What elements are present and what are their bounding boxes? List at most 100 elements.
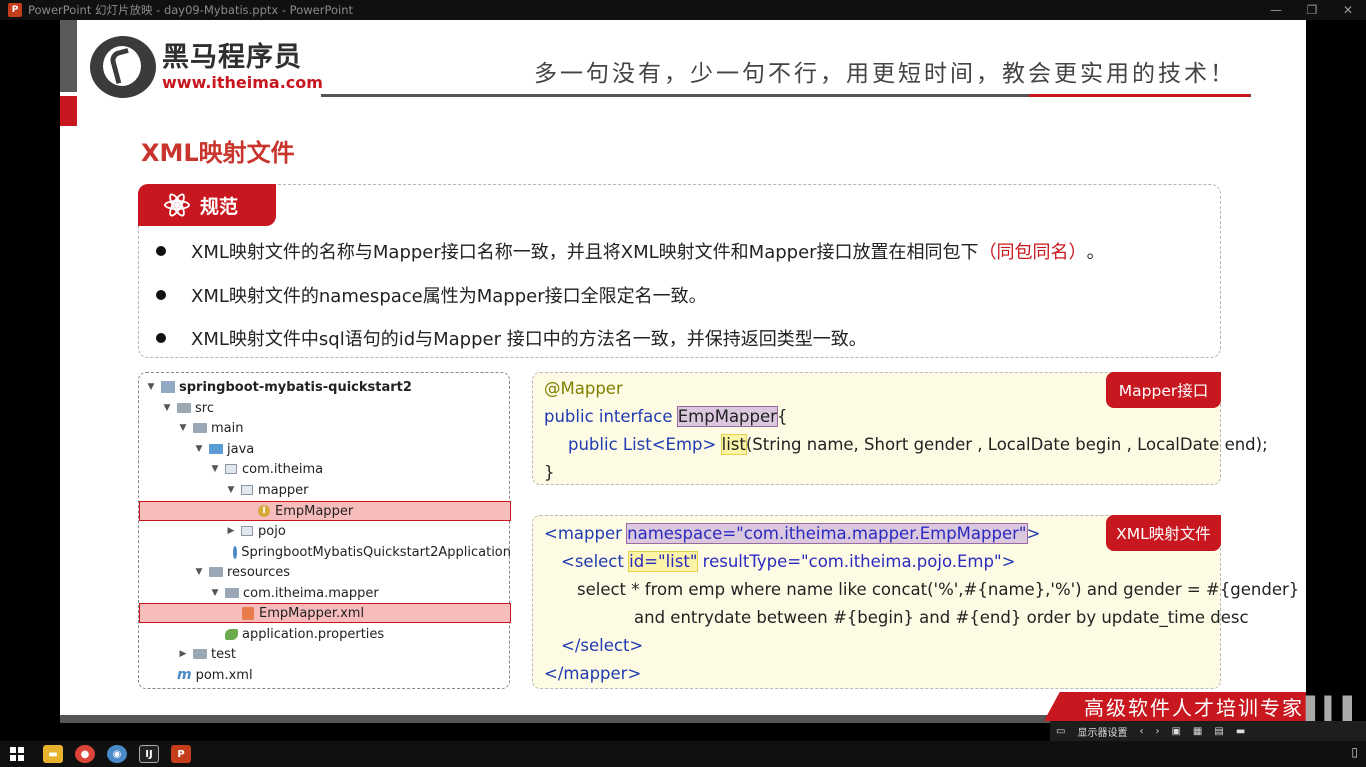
folder-icon (193, 649, 207, 659)
xml-file-icon (242, 606, 254, 620)
xml-select-open-end: > (1001, 552, 1016, 571)
atom-icon (162, 190, 192, 220)
spec-bullet-text: XML映射文件中sql语句的id与Mapper 接口中的方法名一致，并保持返回类… (191, 329, 867, 350)
tree-node-label: application.properties (242, 626, 385, 642)
spec-bullet: XML映射文件中sql语句的id与Mapper 接口中的方法名一致，并保持返回类… (156, 325, 867, 351)
tree-node[interactable]: SpringbootMybatisQuickstart2Application (139, 542, 511, 562)
class-icon (232, 545, 238, 559)
package-icon (241, 485, 253, 495)
tree-node[interactable]: m pom.xml (139, 665, 511, 685)
resources-folder-icon (209, 567, 223, 577)
tree-node[interactable]: ▼ mapper (139, 480, 511, 500)
file-explorer-icon[interactable]: ▬ (43, 745, 63, 763)
expand-arrow-icon[interactable]: ▼ (209, 464, 221, 474)
tree-node[interactable]: ▼ com.itheima.mapper (139, 583, 511, 603)
windows-start-icon[interactable] (10, 747, 24, 761)
tree-node[interactable]: ▶ pojo (139, 521, 511, 541)
expand-arrow-icon[interactable]: ▶ (225, 526, 237, 536)
spec-bullet: XML映射文件的名称与Mapper接口名称一致，并且将XML映射文件和Mappe… (156, 238, 1105, 264)
maven-icon: m (177, 667, 192, 683)
tree-node-highlighted[interactable]: I EmpMapper (139, 501, 511, 521)
xml-sql-line: and entrydate between #{begin} and #{end… (634, 608, 1249, 627)
expand-arrow-icon[interactable]: ▶ (177, 649, 189, 659)
expand-arrow-icon[interactable]: ▼ (177, 423, 189, 433)
xml-sql-line: select * from emp where name like concat… (577, 580, 1300, 599)
interface-icon: I (258, 505, 270, 517)
spec-bullet-text: XML映射文件的namespace属性为Mapper接口全限定名一致。 (191, 286, 707, 307)
code-close-brace: } (544, 463, 555, 482)
window-titlebar: P PowerPoint 幻灯片放映 - day09-Mybatis.pptx … (0, 0, 1366, 20)
tree-node[interactable]: ▼ src (139, 398, 511, 418)
tree-node[interactable]: ▼ resources (139, 562, 511, 582)
expand-arrow-icon[interactable]: ▼ (145, 382, 157, 392)
tree-node[interactable]: ▼ main (139, 418, 511, 438)
tree-node-label: com.itheima.mapper (243, 585, 379, 601)
slideshow-stage: 黑马程序员 www.itheima.com 多一句没有，少一句不行，用更短时间，… (0, 20, 1366, 741)
reading-view-icon[interactable]: ▤ (1214, 726, 1223, 737)
logo-name: 黑马程序员 (162, 42, 302, 73)
next-slide-button[interactable]: › (1155, 726, 1159, 737)
display-settings-button[interactable]: 显示器设置 (1077, 724, 1127, 739)
previous-slide-button[interactable]: ‹ (1139, 726, 1143, 737)
close-button[interactable]: ✕ (1330, 0, 1366, 20)
expand-arrow-icon[interactable]: ▼ (161, 403, 173, 413)
package-icon (225, 464, 237, 474)
slide-heading: XML映射文件 (141, 139, 295, 167)
tree-node-label: SpringbootMybatisQuickstart2Application (241, 544, 511, 560)
expand-arrow-icon[interactable]: ▼ (225, 485, 237, 495)
slide-side-accent (60, 96, 77, 126)
tree-node[interactable]: application.properties (139, 624, 511, 644)
spec-bullet-highlight: （同包同名） (978, 242, 1087, 263)
tree-node-label: com.itheima (242, 461, 324, 477)
expand-arrow-icon[interactable]: ▼ (193, 567, 205, 577)
tree-node[interactable]: ▼ java (139, 439, 511, 459)
normal-view-icon[interactable]: ▣ (1171, 726, 1180, 737)
spec-tab-label: 规范 (200, 195, 239, 218)
footer-banner: 高级软件人才培训专家 (1044, 692, 1306, 721)
powerpoint-icon: P (8, 3, 22, 17)
xml-select-id: id="list" (628, 551, 699, 572)
header-divider-accent (1029, 94, 1250, 97)
tree-node[interactable]: ▶ test (139, 644, 511, 664)
package-icon (241, 526, 253, 536)
folder-icon (225, 588, 239, 598)
tree-node-label: main (211, 420, 244, 436)
tree-node[interactable]: ▼ com.itheima (139, 459, 511, 479)
bullet-dot-icon (156, 290, 166, 300)
code-interface-keyword: public interface (544, 407, 678, 426)
slide[interactable]: 黑马程序员 www.itheima.com 多一句没有，少一句不行，用更短时间，… (60, 20, 1306, 720)
restore-button[interactable]: ❐ (1294, 0, 1330, 20)
show-desktop-icon[interactable]: ▯ (1351, 745, 1358, 759)
code-method-params: (String name, Short gender , LocalDate b… (745, 435, 1268, 454)
tree-node-label: test (211, 646, 236, 662)
tree-node[interactable]: ▼ springboot-mybatis-quickstart2 (139, 377, 511, 397)
intellij-idea-icon[interactable]: IJ (139, 745, 159, 763)
mapper-interface-tag: Mapper接口 (1106, 372, 1221, 408)
expand-arrow-icon[interactable]: ▼ (193, 444, 205, 454)
properties-file-icon (225, 628, 238, 640)
project-tree: ▼ springboot-mybatis-quickstart2 ▼ src ▼… (138, 372, 511, 689)
expand-arrow-icon[interactable]: ▼ (209, 588, 221, 598)
xml-select-open: <select (561, 552, 630, 571)
slide-sorter-icon[interactable]: ▦ (1193, 726, 1202, 737)
slide-motto: 多一句没有，少一句不行，用更短时间，教会更实用的技术！ (534, 61, 1236, 87)
xml-result-type: resultType="com.itheima.pojo.Emp" (697, 552, 1002, 571)
minimize-button[interactable]: — (1258, 0, 1294, 20)
xml-mapping-tag: XML映射文件 (1106, 515, 1221, 551)
itheima-logo: 黑马程序员 www.itheima.com (90, 36, 323, 98)
tree-node-label: pojo (258, 523, 286, 539)
code-annotation: @Mapper (544, 379, 623, 398)
module-icon (161, 381, 175, 393)
tree-node-label: springboot-mybatis-quickstart2 (179, 379, 412, 395)
chrome-icon[interactable]: ● (75, 745, 95, 763)
tree-node-highlighted[interactable]: EmpMapper.xml (139, 603, 511, 623)
spec-bullet: XML映射文件的namespace属性为Mapper接口全限定名一致。 (156, 282, 707, 308)
tree-node-label: EmpMapper.xml (259, 605, 365, 621)
slideshow-icon[interactable]: ▬ (1236, 726, 1245, 737)
app-icon[interactable]: ◉ (107, 745, 127, 763)
code-method-name: list (720, 434, 747, 455)
monitor-icon[interactable]: ▭ (1056, 726, 1065, 737)
powerpoint-taskbar-icon[interactable]: P (171, 745, 191, 763)
xml-mapper-open-end: > (1026, 524, 1041, 543)
tree-node-label: EmpMapper (275, 503, 354, 519)
